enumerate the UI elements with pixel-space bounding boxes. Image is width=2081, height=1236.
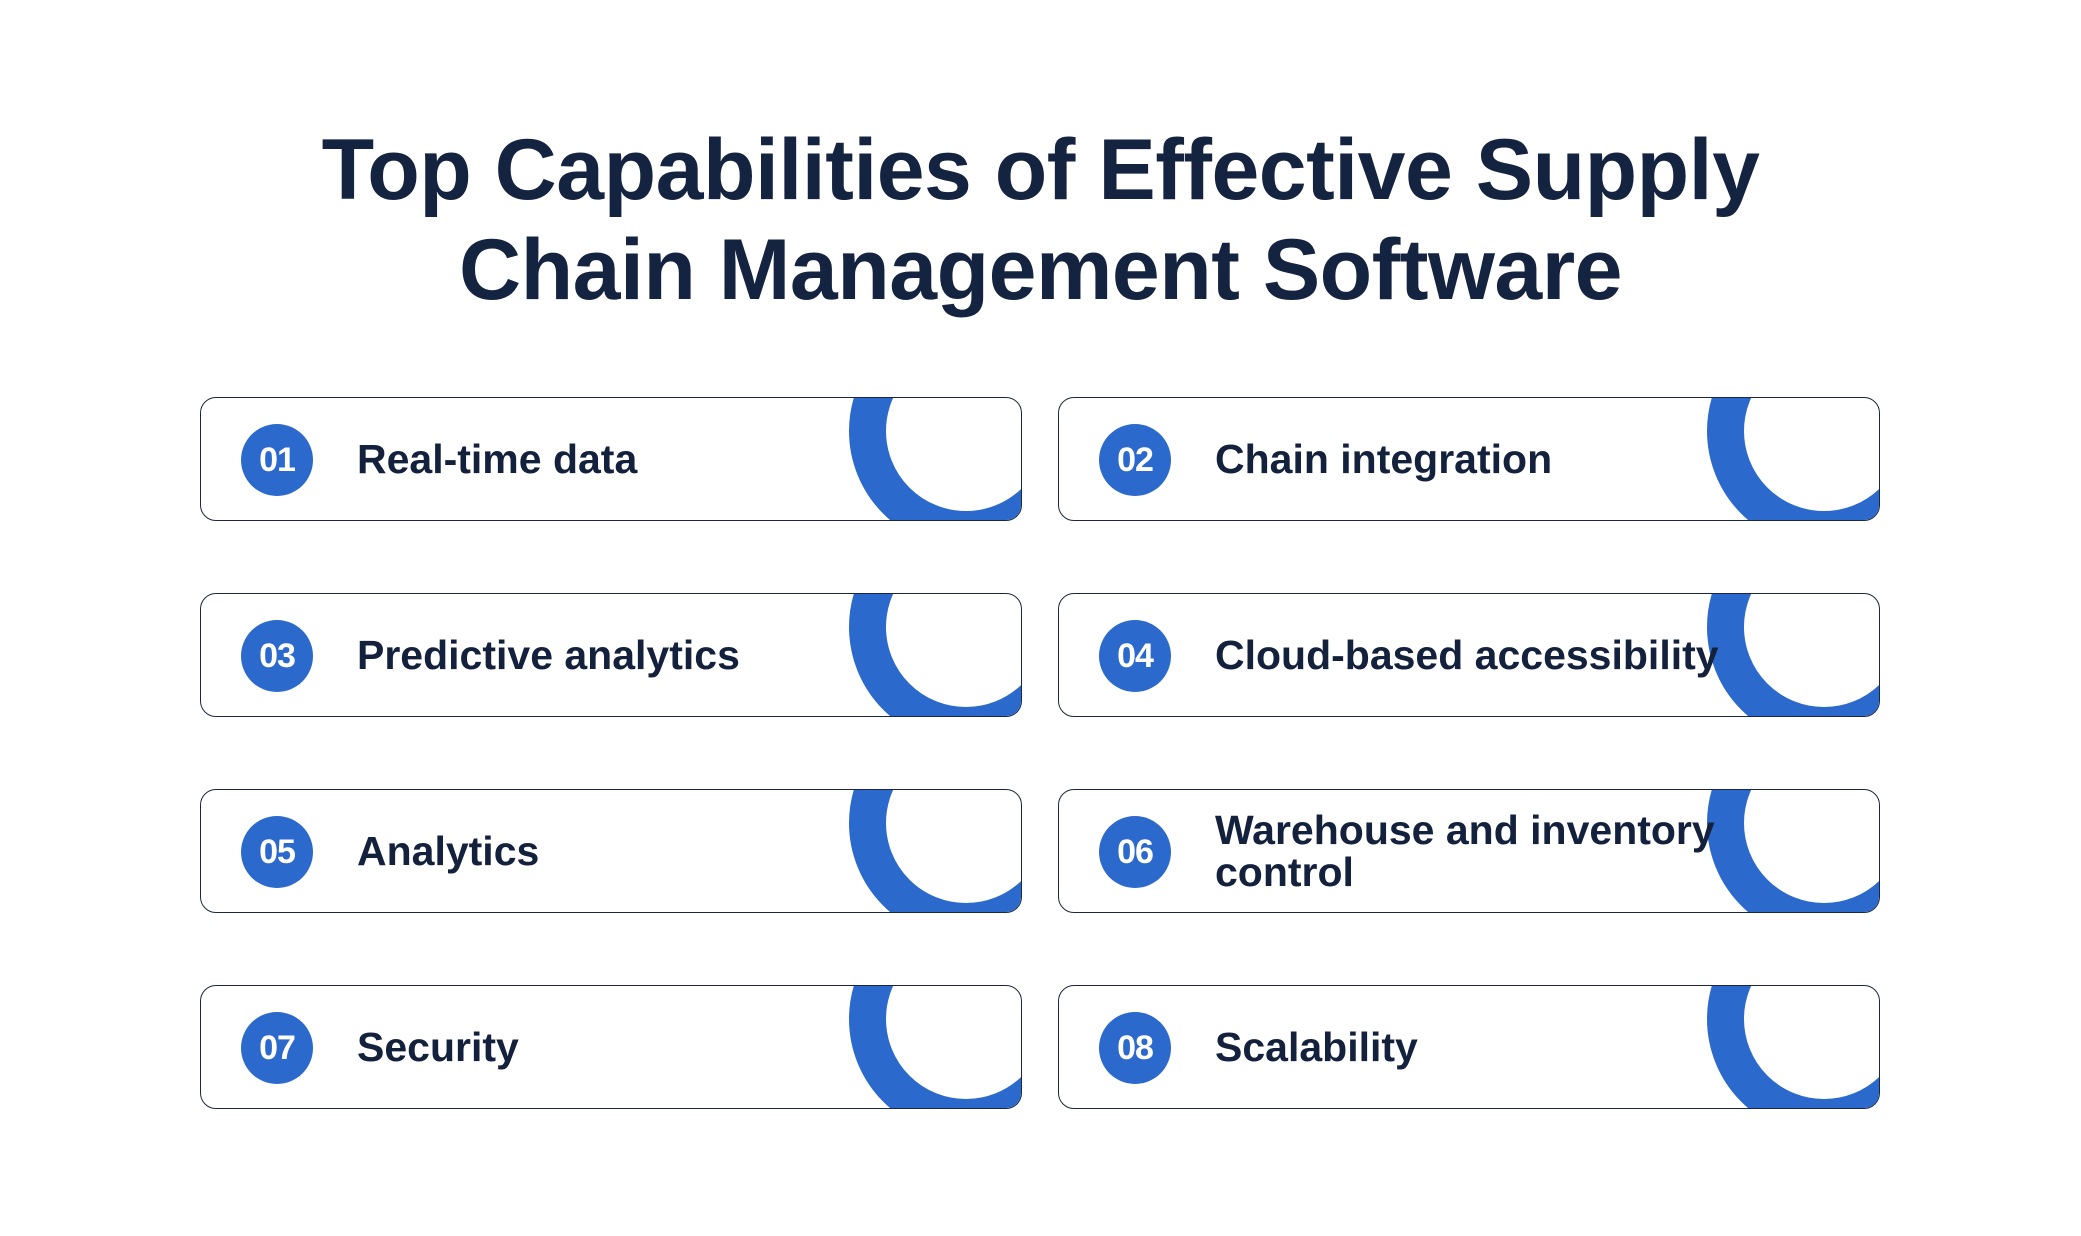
capability-label: Chain integration bbox=[1215, 436, 1553, 482]
number-badge: 06 bbox=[1099, 816, 1171, 888]
capability-label: Real-time data bbox=[357, 436, 638, 482]
number-badge: 02 bbox=[1099, 424, 1171, 496]
capability-label: Predictive analytics bbox=[357, 632, 740, 678]
number-badge: 07 bbox=[241, 1012, 313, 1084]
capability-label: Warehouse and inventory control bbox=[1215, 807, 1715, 895]
capability-card-04: 04 Cloud-based accessibility bbox=[1058, 593, 1880, 717]
number-badge: 01 bbox=[241, 424, 313, 496]
number-badge: 04 bbox=[1099, 620, 1171, 692]
capability-card-06: 06 Warehouse and inventory control bbox=[1058, 789, 1880, 913]
capability-label: Cloud-based accessibility bbox=[1215, 632, 1719, 678]
capability-card-08: 08 Scalability bbox=[1058, 985, 1880, 1109]
number-badge: 05 bbox=[241, 816, 313, 888]
capability-card-01: 01 Real-time data bbox=[200, 397, 1022, 521]
capability-label: Scalability bbox=[1215, 1024, 1418, 1070]
title-line-1: Top Capabilities of Effective Supply bbox=[321, 122, 1760, 218]
title-line-2: Chain Management Software bbox=[458, 222, 1623, 318]
capability-card-02: 02 Chain integration bbox=[1058, 397, 1880, 521]
capability-label: Analytics bbox=[357, 828, 540, 874]
capability-label: Security bbox=[357, 1024, 519, 1070]
capability-card-07: 07 Security bbox=[200, 985, 1022, 1109]
number-badge: 03 bbox=[241, 620, 313, 692]
number-badge: 08 bbox=[1099, 1012, 1171, 1084]
page-title: Top Capabilities of Effective Supply Cha… bbox=[0, 120, 2081, 320]
capability-card-05: 05 Analytics bbox=[200, 789, 1022, 913]
capability-card-03: 03 Predictive analytics bbox=[200, 593, 1022, 717]
